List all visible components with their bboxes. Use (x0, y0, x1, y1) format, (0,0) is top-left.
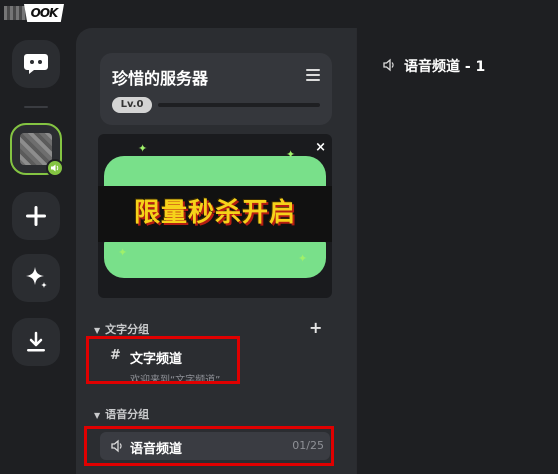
voice-group-label: 语音分组 (105, 408, 150, 421)
level-badge: Lv.0 (112, 97, 152, 113)
banner-close-icon[interactable]: × (315, 140, 326, 155)
server-header[interactable]: 珍惜的服务器 Lv.0 (100, 53, 332, 125)
sparkle-decor-icon: ✦ (286, 148, 296, 161)
server-thumbnail (20, 133, 52, 165)
add-server-button[interactable] (12, 192, 60, 240)
sparkle-icon (26, 267, 47, 288)
messages-button[interactable] (12, 40, 60, 88)
download-icon (27, 331, 45, 352)
banner-text: 限量秒杀开启 (133, 198, 296, 228)
speaker-icon (383, 58, 394, 72)
page-title: 语音频道 - 1 (404, 59, 486, 75)
sparkle-decor-icon: ✦ (118, 246, 128, 259)
voice-active-icon (46, 159, 64, 177)
highlight-box-text-channel (86, 336, 240, 384)
plus-icon (26, 206, 46, 226)
server-name: 珍惜的服务器 (112, 69, 209, 88)
rail-separator (24, 106, 48, 108)
promo-banner[interactable]: 限量秒杀开启 ✦ ✦ ✦ ✦ × (98, 134, 332, 298)
chat-bubble-icon (24, 54, 48, 74)
add-channel-button[interactable]: + (309, 318, 322, 337)
main-divider (356, 28, 357, 474)
discover-button[interactable] (12, 254, 60, 302)
download-button[interactable] (12, 318, 60, 366)
app-logo: OOK (4, 2, 64, 26)
voice-group-header[interactable]: ▼ 语音分组 (94, 406, 149, 422)
menu-icon[interactable] (306, 69, 320, 81)
text-group-label: 文字分组 (105, 323, 150, 336)
caret-down-icon: ▼ (94, 411, 101, 420)
highlight-box-voice-channel (84, 426, 334, 466)
text-group-header[interactable]: ▼ 文字分组 (94, 321, 149, 337)
level-progress-bar (158, 103, 320, 107)
logo-blurred-part (4, 6, 28, 20)
sparkle-decor-icon: ✦ (298, 252, 308, 265)
sparkle-decor-icon: ✦ (138, 142, 148, 155)
server-button[interactable] (10, 123, 64, 177)
banner-cloud-bottom (104, 238, 326, 278)
caret-down-icon: ▼ (94, 326, 101, 335)
logo-text: OOK (24, 4, 64, 22)
